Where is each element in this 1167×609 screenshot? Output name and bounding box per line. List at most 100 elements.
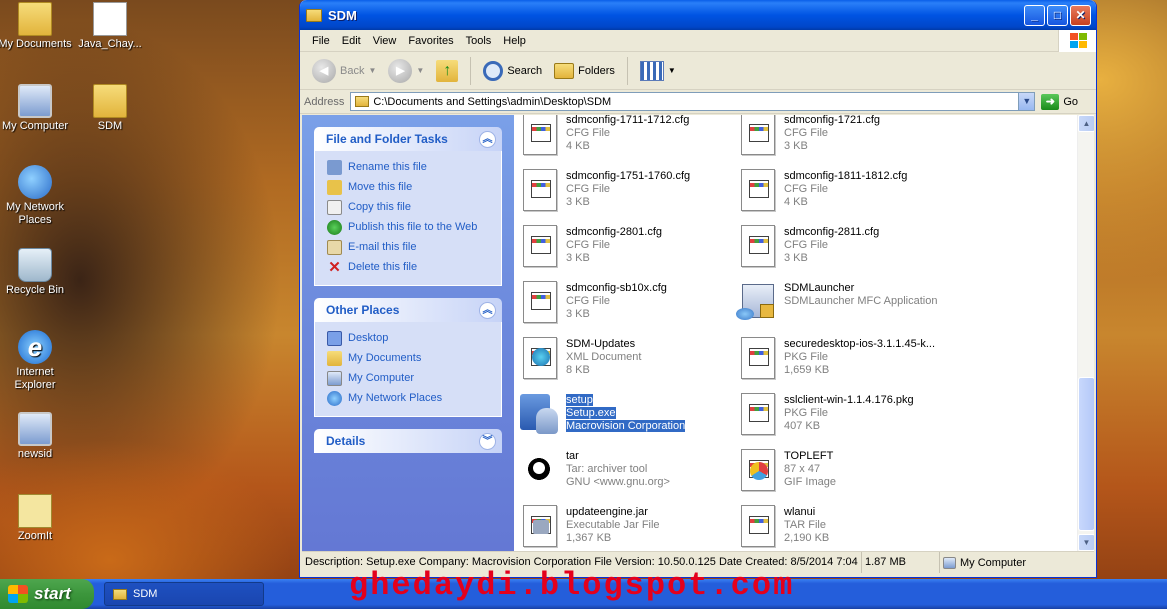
- desktop-icon-zoomit[interactable]: ZoomIt: [0, 494, 73, 543]
- file-item[interactable]: sdmconfig-2811.cfg CFG File 3 KB: [736, 224, 946, 276]
- file-type: Tar: archiver tool: [566, 463, 648, 475]
- file-type: 87 x 47: [784, 463, 821, 475]
- menu-file[interactable]: File: [306, 33, 336, 49]
- file-name: sdmconfig-sb10x.cfg: [566, 282, 667, 294]
- maximize-button[interactable]: □: [1047, 5, 1068, 26]
- desktop-icon-recycle-bin[interactable]: Recycle Bin: [0, 248, 73, 297]
- pkg-file-icon: [736, 336, 780, 382]
- file-item[interactable]: SDMLauncher SDMLauncher MFC Application: [736, 280, 946, 332]
- up-folder-icon: ↑: [436, 59, 459, 82]
- minimize-button[interactable]: _: [1024, 5, 1045, 26]
- task-publish[interactable]: Publish this file to the Web: [327, 217, 491, 237]
- place-network[interactable]: My Network Places: [327, 388, 491, 408]
- file-size: 4 KB: [566, 140, 590, 152]
- scroll-down-icon[interactable]: ▼: [1078, 534, 1094, 551]
- place-my-documents[interactable]: My Documents: [327, 348, 491, 368]
- views-button[interactable]: ▼: [636, 59, 680, 83]
- address-dropdown-icon[interactable]: ▼: [1018, 93, 1035, 110]
- file-type: CFG File: [784, 239, 828, 251]
- menu-view[interactable]: View: [367, 33, 403, 49]
- file-item[interactable]: sslclient-win-1.1.4.176.pkg PKG File 407 K…: [736, 392, 946, 444]
- file-item[interactable]: sdmconfig-2801.cfg CFG File 3 KB: [518, 224, 728, 276]
- place-label: My Computer: [348, 372, 415, 384]
- network-places-icon: [327, 390, 342, 406]
- file-item[interactable]: updateengine.jar Executable Jar File 1,367…: [518, 504, 728, 551]
- collapse-icon[interactable]: ︽: [479, 301, 496, 319]
- file-item[interactable]: securedesktop-ios-3.1.1.45-k... PKG File 1…: [736, 336, 946, 388]
- desktop-icon-network[interactable]: My Network Places: [0, 165, 73, 227]
- scroll-up-icon[interactable]: ▲: [1078, 115, 1094, 132]
- file-name: wlanui: [784, 506, 816, 518]
- folder-icon: [113, 588, 127, 600]
- back-button[interactable]: ◀ Back ▼: [308, 57, 380, 85]
- file-item[interactable]: sdmconfig-1711-1712.cfg CFG File 4 KB: [518, 115, 728, 164]
- file-name: sdmconfig-2801.cfg: [566, 226, 662, 238]
- window-title: SDM: [328, 7, 357, 23]
- file-item[interactable]: wlanui TAR File 2,190 KB: [736, 504, 946, 551]
- file-item[interactable]: TOPLEFT 87 x 47 GIF Image: [736, 448, 946, 500]
- task-copy[interactable]: Copy this file: [327, 197, 491, 217]
- place-my-computer[interactable]: My Computer: [327, 368, 491, 388]
- task-label: Publish this file to the Web: [348, 221, 478, 233]
- forward-button[interactable]: ▶ ▼: [384, 57, 428, 85]
- file-size: 3 KB: [566, 308, 590, 320]
- vertical-scrollbar[interactable]: ▲ ▼: [1077, 115, 1094, 551]
- go-button[interactable]: ➜ Go: [1041, 93, 1078, 110]
- expand-icon[interactable]: ︾: [479, 432, 496, 450]
- close-button[interactable]: ✕: [1070, 5, 1091, 26]
- file-item[interactable]: sdmconfig-1811-1812.cfg CFG File 4 KB: [736, 168, 946, 220]
- panel-header[interactable]: Other Places ︽: [314, 298, 502, 322]
- start-button[interactable]: start: [0, 579, 94, 609]
- title-bar[interactable]: SDM _ □ ✕: [300, 0, 1096, 30]
- menu-help[interactable]: Help: [497, 33, 532, 49]
- explorer-window: SDM _ □ ✕ File Edit View Favorites Tools…: [299, 0, 1097, 578]
- gif-file-icon: [736, 448, 780, 494]
- desktop-icon-ie[interactable]: e Internet Explorer: [0, 330, 73, 392]
- folders-button[interactable]: Folders: [550, 61, 619, 81]
- details-panel: Details ︾: [314, 429, 502, 453]
- go-arrow-icon: ➜: [1041, 93, 1060, 110]
- panel-header[interactable]: Details ︾: [314, 429, 502, 453]
- recycle-bin-icon: [18, 248, 52, 282]
- file-size: Macrovision Corporation: [566, 420, 686, 432]
- tar-file-icon: [518, 448, 562, 494]
- task-rename[interactable]: Rename this file: [327, 157, 491, 177]
- toolbar-separator: [626, 56, 628, 85]
- desktop-icon-my-documents[interactable]: My Documents: [0, 2, 73, 51]
- file-item[interactable]: SDM-Updates XML Document 8 KB: [518, 336, 728, 388]
- desktop-icon-label: My Documents: [0, 38, 72, 50]
- up-folder-button[interactable]: ↑: [432, 58, 462, 84]
- menu-edit[interactable]: Edit: [336, 33, 367, 49]
- scroll-thumb[interactable]: [1078, 377, 1094, 531]
- desktop-icon-sdm[interactable]: SDM: [72, 84, 148, 133]
- file-item[interactable]: sdmconfig-1721.cfg CFG File 3 KB: [736, 115, 946, 164]
- file-size: 3 KB: [784, 252, 808, 264]
- cfg-file-icon: [736, 168, 780, 214]
- taskbar-item-sdm[interactable]: SDM: [104, 582, 264, 606]
- task-delete[interactable]: ✕ Delete this file: [327, 257, 491, 277]
- search-button[interactable]: Search: [479, 59, 546, 83]
- place-desktop[interactable]: Desktop: [327, 328, 491, 348]
- menu-tools[interactable]: Tools: [460, 33, 498, 49]
- file-item[interactable]: setup Setup.exe Macrovision Corporation: [518, 392, 728, 444]
- status-zone: My Computer: [940, 552, 1094, 573]
- desktop-icon-newsid[interactable]: newsid: [0, 412, 73, 461]
- file-item[interactable]: sdmconfig-sb10x.cfg CFG File 3 KB: [518, 280, 728, 332]
- start-label: start: [34, 584, 71, 603]
- menu-favorites[interactable]: Favorites: [402, 33, 459, 49]
- task-email[interactable]: E-mail this file: [327, 237, 491, 257]
- cfg-file-icon: [518, 224, 562, 270]
- cfg-file-icon: [518, 115, 562, 158]
- search-icon: [483, 60, 504, 81]
- address-input[interactable]: C:\Documents and Settings\admin\Desktop\…: [350, 92, 1036, 111]
- file-item[interactable]: sdmconfig-1751-1760.cfg CFG File 3 KB: [518, 168, 728, 220]
- file-item[interactable]: tar Tar: archiver tool GNU <www.gnu.org>: [518, 448, 728, 500]
- panel-header[interactable]: File and Folder Tasks ︽: [314, 127, 502, 151]
- file-size: 3 KB: [784, 140, 808, 152]
- desktop-icon-my-computer[interactable]: My Computer: [0, 84, 73, 133]
- task-move[interactable]: Move this file: [327, 177, 491, 197]
- collapse-icon[interactable]: ︽: [479, 130, 496, 148]
- other-places-panel: Other Places ︽ Desktop My Documents My C…: [314, 298, 502, 417]
- desktop-icon-java[interactable]: Java_Chay...: [72, 2, 148, 51]
- file-type: CFG File: [566, 183, 610, 195]
